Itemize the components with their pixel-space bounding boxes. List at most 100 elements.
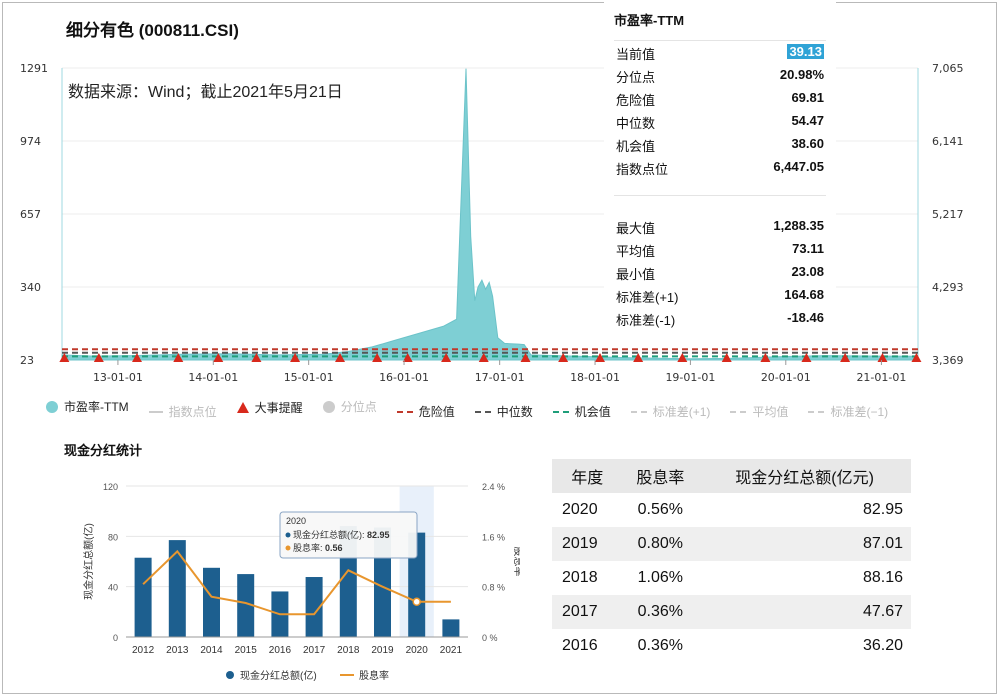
legend-label: 标准差(+1) (652, 405, 711, 419)
legend-item[interactable]: 大事提醒 (236, 399, 303, 416)
x-tick-label: 15-01-01 (284, 371, 334, 384)
stat-value: 38.60 (791, 136, 824, 151)
table-header-year: 年度 (552, 459, 623, 493)
y-left-tick-label: 23 (20, 354, 34, 367)
stats-divider (614, 40, 826, 41)
stat-value: 39.13 (787, 44, 824, 59)
cell-year: 2016 (562, 637, 598, 654)
dividend-chart-title: 现金分红统计 (64, 443, 143, 458)
legend-label: 大事提醒 (254, 400, 303, 415)
stat-value: 69.81 (791, 90, 824, 105)
tooltip-title: 2020 (286, 516, 306, 526)
x-tick-label: 18-01-01 (570, 371, 620, 384)
pe-chart-legend: 市盈率-TTM 指数点位 大事提醒 分位点 危险值 中位数 机会值 标准差(+1) 平均值 标准差… (46, 398, 908, 420)
stat-value: 73.11 (792, 241, 824, 256)
legend-marker-icon (808, 410, 825, 413)
legend-marker-icon (730, 410, 747, 413)
legend-label: 机会值 (574, 405, 611, 419)
pe-chart: 1291 7,065 974 6,141 657 5,217 340 4,293 23 3,369… (20, 62, 964, 384)
stats-title: 市盈率-TTM (614, 13, 685, 28)
tooltip-bar-label: 现金分红总额(亿): (293, 529, 367, 540)
cell-amount: 36.20 (862, 637, 903, 654)
cell-amount: 87.01 (698, 527, 911, 561)
y-left-tick-label: 0 (113, 633, 118, 643)
tooltip-line-label: 股息率: (293, 542, 325, 553)
legend-item[interactable]: 平均值 (730, 403, 788, 420)
bar (203, 567, 220, 637)
stat-label: 中位数 (616, 116, 656, 131)
y-left-tick-label: 40 (108, 583, 118, 593)
x-tick-label: 2014 (200, 645, 223, 656)
cell-yield: 1.06% (637, 569, 683, 586)
y-left-tick-label: 340 (20, 281, 41, 294)
y-right-tick-label: 1.6 % (482, 532, 505, 542)
legend-marker-icon (474, 410, 491, 413)
bar (442, 619, 460, 637)
stat-value: 23.08 (791, 264, 824, 279)
legend-marker-icon (630, 410, 647, 413)
table-row: 2018 1.06% 88.16 (552, 561, 911, 595)
y-right-tick-label: 5,217 (932, 208, 964, 221)
legend-bar-marker-icon (226, 671, 234, 679)
legend-item[interactable]: 市盈率-TTM (46, 398, 129, 415)
tooltip-line-value: 0.56 (325, 543, 343, 553)
stats-divider (614, 195, 826, 196)
y-left-axis-title: 现金分红总额(亿) (82, 523, 95, 600)
legend-marker-icon (148, 410, 163, 413)
x-tick-label: 19-01-01 (665, 371, 715, 384)
yield-point-highlight (412, 597, 421, 607)
cell-yield: 0.36% (622, 595, 699, 629)
stat-value: -18.46 (787, 310, 824, 325)
x-tick-label: 13-01-01 (93, 371, 143, 384)
legend-line-label: 股息率 (359, 669, 389, 682)
stat-label: 最大值 (616, 221, 656, 236)
y-right-tick-label: 0 % (482, 633, 498, 643)
x-tick-label: 16-01-01 (379, 371, 429, 384)
cell-year: 2018 (562, 569, 598, 586)
y-left-tick-label: 120 (103, 482, 118, 492)
y-right-tick-label: 4,293 (932, 281, 964, 294)
event-marker (721, 353, 732, 362)
legend-item[interactable]: 危险值 (396, 403, 455, 420)
legend-label: 标准差(−1) (830, 405, 889, 419)
cell-amount: 82.95 (862, 501, 903, 518)
stat-value: 164.68 (784, 287, 824, 302)
legend-item[interactable]: 指数点位 (148, 403, 217, 420)
stat-label: 指数点位 (616, 162, 669, 177)
bar (168, 540, 186, 637)
tooltip-line-dot-icon (285, 545, 291, 551)
legend-label: 危险值 (418, 405, 455, 419)
stat-label: 危险值 (616, 93, 656, 108)
y-right-tick-label: 2.4 % (482, 482, 505, 492)
y-left-tick-label: 80 (108, 532, 118, 542)
y-right-tick-label: 7,065 (932, 62, 964, 75)
table-row: 2016 0.36% 36.20 (552, 629, 911, 663)
x-tick-label: 20-01-01 (761, 371, 811, 384)
y-left-tick-label: 1291 (20, 62, 48, 75)
dividend-table: 年度 股息率 现金分红总额(亿元) 2020 0.56% 82.95 2019 … (552, 459, 911, 663)
table-row: 2020 0.56% 82.95 (552, 493, 911, 527)
legend-marker-icon (552, 410, 569, 413)
table-header-yield: 股息率 (622, 459, 699, 493)
cell-year: 2020 (562, 501, 598, 518)
stat-value: 1,288.35 (773, 218, 824, 233)
table-header-row: 年度 股息率 现金分红总额(亿元) (552, 459, 911, 493)
table-row: 2019 0.80% 87.01 (552, 527, 911, 561)
y-left-tick-label: 974 (20, 135, 41, 148)
tooltip-bar-dot-icon (285, 532, 291, 538)
stats-panel: 市盈率-TTM 当前值 39.13 分位点 20.98% 危险值 69.81 中位数 54.4… (604, 0, 836, 330)
stat-value: 54.47 (791, 113, 824, 128)
stat-label: 标准差(+1) (616, 290, 679, 305)
stat-label: 最小值 (616, 267, 656, 282)
legend-item[interactable]: 机会值 (552, 403, 611, 420)
stat-label: 分位点 (616, 70, 656, 85)
tooltip-bar-value: 82.95 (367, 530, 390, 540)
x-tick-label: 2020 (406, 645, 429, 656)
legend-item[interactable]: 中位数 (474, 403, 533, 420)
legend-item[interactable]: 标准差(+1) (630, 403, 711, 420)
legend-label: 指数点位 (168, 405, 217, 419)
legend-item[interactable]: 分位点 (322, 398, 377, 415)
legend-item[interactable]: 标准差(−1) (808, 403, 888, 420)
y-right-axis-title: 股息率 (512, 547, 520, 577)
stat-value: 6,447.05 (773, 159, 824, 174)
